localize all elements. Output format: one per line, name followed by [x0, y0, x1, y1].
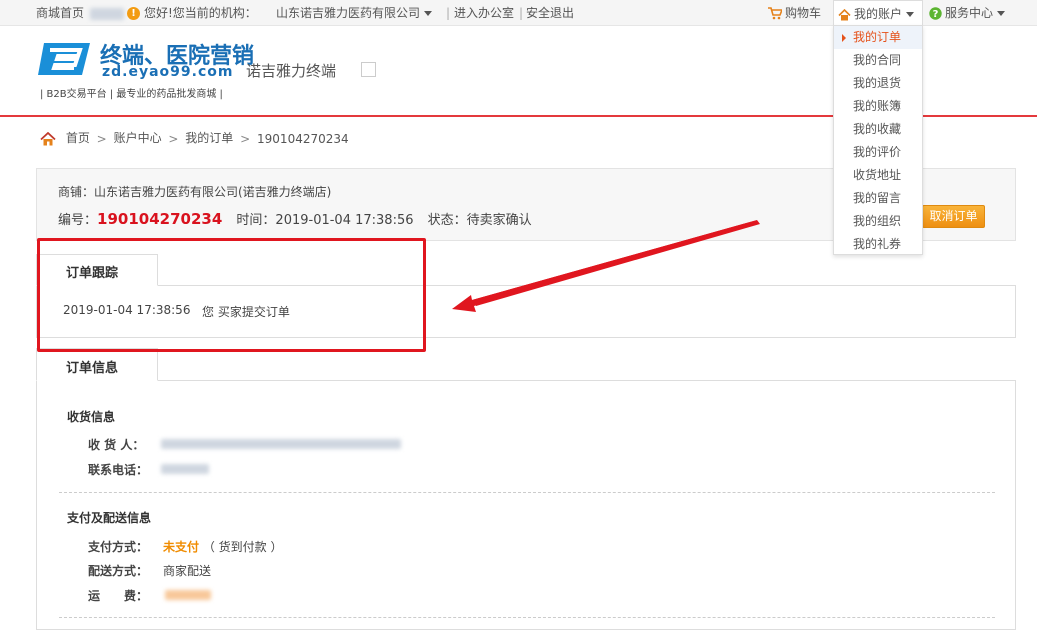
annotation-arrow — [452, 220, 760, 312]
